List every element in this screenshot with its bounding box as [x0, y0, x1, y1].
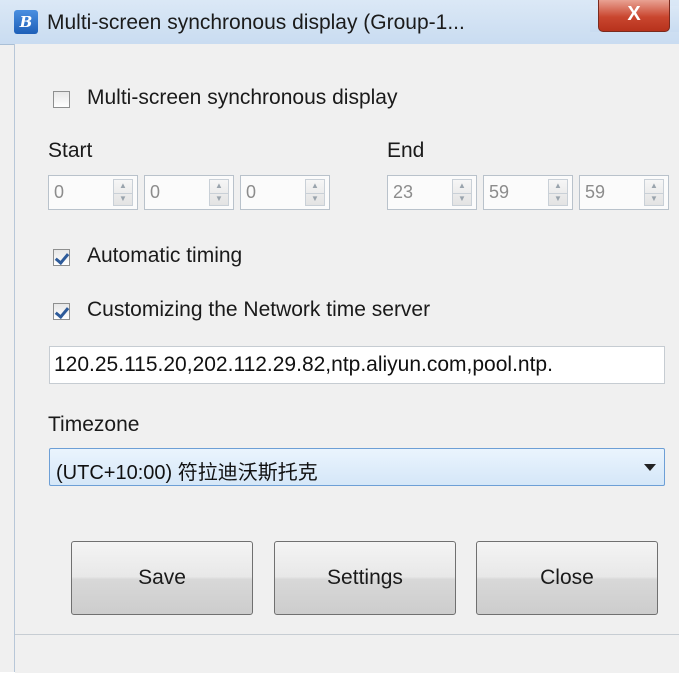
start-hour-arrows[interactable]: ▲ ▼ [113, 179, 133, 206]
sync-display-checkbox[interactable] [53, 91, 70, 108]
chevron-down-icon[interactable]: ▼ [549, 193, 567, 206]
title-bar[interactable]: B Multi-screen synchronous display (Grou… [0, 0, 679, 45]
dialog-body: Multi-screen synchronous display Start E… [14, 44, 679, 673]
dropdown-caret-icon [644, 464, 656, 471]
chevron-up-icon[interactable]: ▲ [306, 180, 324, 194]
start-hour-spinner[interactable]: 0 ▲ ▼ [48, 175, 138, 210]
start-second-arrows[interactable]: ▲ ▼ [305, 179, 325, 206]
end-second-spinner[interactable]: 59 ▲ ▼ [579, 175, 669, 210]
chevron-up-icon[interactable]: ▲ [210, 180, 228, 194]
start-second-spinner[interactable]: 0 ▲ ▼ [240, 175, 330, 210]
custom-ntp-checkbox[interactable] [53, 303, 70, 320]
start-label: Start [48, 139, 93, 162]
end-hour-value: 23 [393, 182, 414, 202]
end-second-value: 59 [585, 182, 606, 202]
chevron-up-icon[interactable]: ▲ [453, 180, 471, 194]
chevron-down-icon[interactable]: ▼ [210, 193, 228, 206]
chevron-up-icon[interactable]: ▲ [549, 180, 567, 194]
save-button[interactable]: Save [71, 541, 253, 615]
start-minute-value: 0 [150, 182, 161, 202]
ntp-server-input[interactable]: 120.25.115.20,202.112.29.82,ntp.aliyun.c… [49, 346, 665, 384]
automatic-timing-label: Automatic timing [87, 244, 243, 267]
end-minute-value: 59 [489, 182, 510, 202]
end-hour-arrows[interactable]: ▲ ▼ [452, 179, 472, 206]
end-minute-spinner[interactable]: 59 ▲ ▼ [483, 175, 573, 210]
status-bar [15, 634, 679, 673]
chevron-down-icon[interactable]: ▼ [453, 193, 471, 206]
start-minute-spinner[interactable]: 0 ▲ ▼ [144, 175, 234, 210]
close-window-button[interactable]: X [598, 0, 670, 32]
end-minute-arrows[interactable]: ▲ ▼ [548, 179, 568, 206]
settings-button[interactable]: Settings [274, 541, 456, 615]
app-logo-icon: B [14, 10, 38, 34]
start-second-value: 0 [246, 182, 257, 202]
end-hour-spinner[interactable]: 23 ▲ ▼ [387, 175, 477, 210]
window-title: Multi-screen synchronous display (Group-… [47, 11, 465, 34]
chevron-up-icon[interactable]: ▲ [114, 180, 132, 194]
close-button[interactable]: Close [476, 541, 658, 615]
start-minute-arrows[interactable]: ▲ ▼ [209, 179, 229, 206]
sync-display-label: Multi-screen synchronous display [87, 86, 398, 109]
timezone-label: Timezone [48, 413, 140, 436]
start-hour-value: 0 [54, 182, 65, 202]
chevron-down-icon[interactable]: ▼ [645, 193, 663, 206]
chevron-down-icon[interactable]: ▼ [306, 193, 324, 206]
custom-ntp-label: Customizing the Network time server [87, 298, 431, 321]
close-icon: X [627, 3, 641, 25]
chevron-down-icon[interactable]: ▼ [114, 193, 132, 206]
end-label: End [387, 139, 425, 162]
timezone-selected-value: (UTC+10:00) 符拉迪沃斯托克 [56, 462, 318, 484]
chevron-up-icon[interactable]: ▲ [645, 180, 663, 194]
automatic-timing-checkbox[interactable] [53, 249, 70, 266]
end-second-arrows[interactable]: ▲ ▼ [644, 179, 664, 206]
dialog-window: B Multi-screen synchronous display (Grou… [0, 0, 679, 673]
timezone-select[interactable]: (UTC+10:00) 符拉迪沃斯托克 [49, 448, 665, 486]
